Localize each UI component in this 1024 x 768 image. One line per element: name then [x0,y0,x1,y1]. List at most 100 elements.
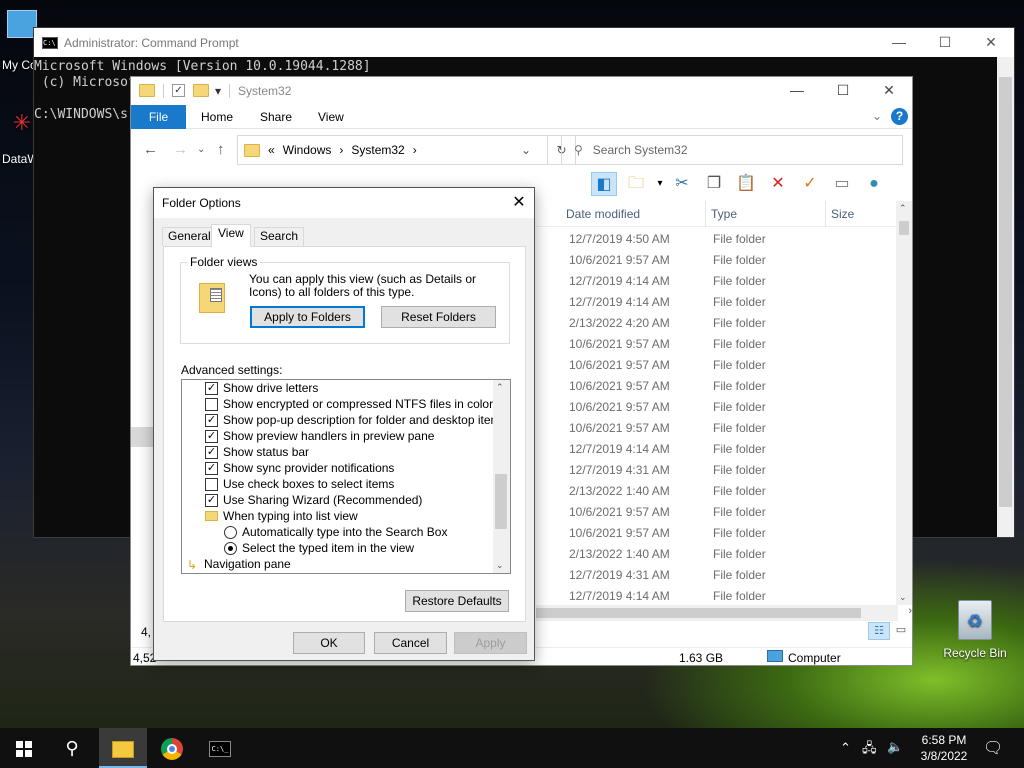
volume-icon[interactable]: 🔈 [887,739,903,755]
chevron-down-icon[interactable]: ⌄ [521,143,531,157]
recent-locations-icon[interactable]: ⌄ [197,144,205,155]
delete-icon[interactable]: ✕ [765,172,791,196]
scroll-down-icon[interactable]: ⌄ [899,592,907,603]
scroll-up-icon[interactable]: ⌃ [496,382,504,393]
table-row[interactable]: 12/7/2019 4:31 AM File folder [536,565,896,586]
scroll-thumb[interactable] [999,77,1012,507]
scroll-up-icon[interactable]: ⌃ [899,203,907,214]
new-folder-icon[interactable] [193,84,209,97]
column-size[interactable]: Size [826,201,896,227]
scroll-thumb[interactable] [899,221,909,235]
scroll-down-icon[interactable]: ⌄ [496,560,504,571]
rename-icon[interactable]: ✓ [797,172,823,196]
search-input[interactable]: ⚲ Search System32 [561,135,903,165]
close-icon[interactable]: ✕ [968,28,1014,57]
clock[interactable]: 6:58 PM 3/8/2022 [914,732,974,764]
maximize-icon[interactable]: ☐ [820,77,866,104]
minimize-icon[interactable]: — [774,77,820,104]
cut-icon[interactable]: ✂ [669,172,695,196]
table-row[interactable]: 10/6/2021 9:57 AM File folder [536,418,896,439]
checkbox[interactable]: ✓ [205,494,218,507]
dialog-titlebar[interactable]: Folder Options ✕ [154,188,534,218]
maximize-icon[interactable]: ☐ [922,28,968,57]
back-arrow-icon[interactable]: ← [143,141,158,158]
tab-home[interactable]: Home [187,105,247,129]
copy-icon[interactable]: ❐ [701,172,727,196]
table-row[interactable]: 10/6/2021 9:57 AM File folder [536,502,896,523]
table-row[interactable]: 12/7/2019 4:14 AM File folder [536,271,896,292]
checkbox[interactable]: ✓ [205,382,218,395]
chrome-taskbar-button[interactable] [148,728,196,768]
chevron-up-icon[interactable]: ⌃ [840,740,851,756]
tab-general[interactable]: General [162,227,217,246]
cancel-button[interactable]: Cancel [374,632,447,654]
table-row[interactable]: 12/7/2019 4:50 AM File folder [536,229,896,250]
cmd-titlebar[interactable]: C:\ Administrator: Command Prompt — ☐ ✕ [34,28,1014,57]
properties-icon[interactable]: ✓ [172,84,185,97]
table-row[interactable]: 10/6/2021 9:57 AM File folder [536,376,896,397]
table-row[interactable]: 10/6/2021 9:57 AM File folder [536,523,896,544]
radio-button[interactable] [224,542,237,555]
preview-pane-icon[interactable]: ◧ [591,172,617,196]
table-row[interactable]: 10/6/2021 9:57 AM File folder [536,355,896,376]
breadcrumb-system32[interactable]: System32 [351,143,404,157]
tab-view[interactable]: View [211,224,251,247]
chevron-right-icon[interactable]: › [339,143,343,157]
apply-button[interactable]: Apply [454,632,527,654]
folder-options-dialog[interactable]: Folder Options ✕ General View Search Fol… [153,187,535,661]
desktop-icon-recycle-bin[interactable]: ♻ Recycle Bin [940,600,1010,660]
globe-icon[interactable]: ● [861,172,887,196]
network-icon[interactable]: 🖧 [862,739,877,761]
apply-to-folders-button[interactable]: Apply to Folders [250,306,365,328]
settings-scrollbar[interactable]: ⌃ ⌄ [493,380,510,573]
tab-search[interactable]: Search [254,227,305,246]
cmd-scrollbar[interactable] [997,57,1014,537]
table-row[interactable]: 12/7/2019 4:14 AM File folder [536,292,896,313]
scroll-thumb[interactable] [536,608,861,618]
checkbox[interactable] [205,478,218,491]
reset-folders-button[interactable]: Reset Folders [381,306,496,328]
details-view-icon[interactable]: ☷ [868,622,890,640]
column-type[interactable]: Type [706,201,826,227]
table-row[interactable]: 12/7/2019 4:14 AM File folder [536,439,896,460]
tab-view[interactable]: View [304,105,358,129]
scroll-thumb[interactable] [495,474,507,529]
paste-icon[interactable]: 📋 [733,172,759,196]
table-row[interactable]: 2/13/2022 1:40 AM File folder [536,544,896,565]
help-icon[interactable]: ? [891,108,908,125]
table-row[interactable]: 10/6/2021 9:57 AM File folder [536,334,896,355]
checkbox[interactable]: ✓ [205,446,218,459]
tab-share[interactable]: Share [246,105,306,129]
restore-defaults-button[interactable]: Restore Defaults [405,590,509,612]
chevron-down-icon[interactable]: ▾ [655,172,665,196]
address-bar[interactable]: « Windows › System32 › ⌄ [237,135,548,165]
file-explorer-taskbar-button[interactable] [99,728,147,768]
radio-button[interactable] [224,526,237,539]
table-row[interactable]: 12/7/2019 4:14 AM File folder [536,586,896,600]
checkbox[interactable]: ✓ [205,430,218,443]
properties-icon[interactable]: ▭ [829,172,855,196]
explorer-titlebar[interactable]: ✓ ▾ System32 — ☐ ✕ [131,77,912,104]
ok-button[interactable]: OK [293,632,365,654]
advanced-settings-list[interactable]: ✓ Show drive letters Show encrypted or co… [181,379,511,574]
up-arrow-icon[interactable]: ↑ [217,141,225,158]
column-date-modified[interactable]: Date modified [561,201,706,227]
chevron-right-icon[interactable]: › [413,143,417,157]
new-folder-icon[interactable]: 🗀 [623,172,649,196]
close-icon[interactable]: ✕ [866,77,912,104]
table-row[interactable]: 10/6/2021 9:57 AM File folder [536,397,896,418]
horizontal-scrollbar[interactable]: › [536,605,912,621]
breadcrumb-windows[interactable]: Windows [283,143,332,157]
scroll-right-icon[interactable]: › [908,605,912,617]
close-icon[interactable]: ✕ [504,188,534,218]
minimize-icon[interactable]: — [876,28,922,57]
search-icon[interactable]: ⚲ [48,728,96,768]
table-row[interactable]: 2/13/2022 1:40 AM File folder [536,481,896,502]
table-row[interactable]: 10/6/2021 9:57 AM File folder [536,250,896,271]
customize-qat-icon[interactable]: ▾ [215,84,221,98]
checkbox[interactable] [205,398,218,411]
tab-file[interactable]: File [131,105,186,129]
checkbox[interactable]: ✓ [205,414,218,427]
forward-arrow-icon[interactable]: → [173,141,188,158]
large-icons-view-icon[interactable]: ▭ [892,622,910,640]
